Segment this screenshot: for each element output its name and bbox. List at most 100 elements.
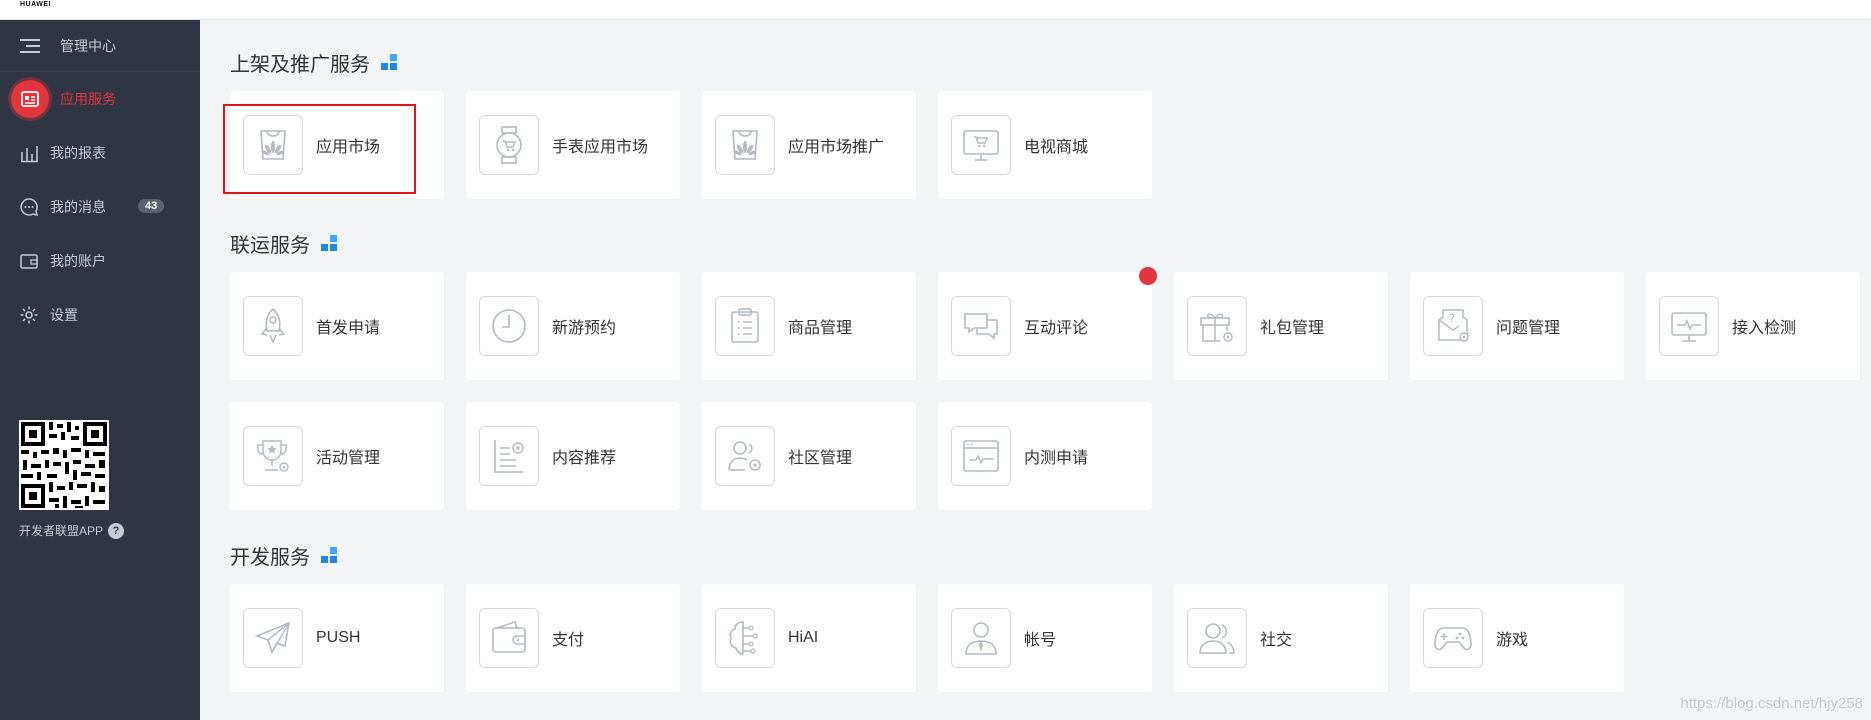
clipboard-list-icon xyxy=(715,296,775,356)
svg-text:?: ? xyxy=(1449,312,1455,325)
main-content: 上架及推广服务 应用市场 手表应用市场 应用市场推广 电视商城 联运服务 首发申… xyxy=(200,20,1871,720)
section-title-text: 开发服务 xyxy=(230,547,310,569)
card-app-market[interactable]: 应用市场 xyxy=(230,91,444,199)
card-beta-test-application[interactable]: 内测申请 xyxy=(938,402,1152,510)
card-label: 应用市场 xyxy=(316,139,381,156)
clock-icon xyxy=(479,296,539,356)
shopping-bag-icon xyxy=(243,115,303,175)
section-title-joint-operation: 联运服务 xyxy=(230,229,338,258)
gift-gear-icon xyxy=(1187,296,1247,356)
section-blocks-icon xyxy=(321,547,338,564)
browser-pulse-icon xyxy=(951,426,1011,486)
card-label: HiAI xyxy=(788,629,819,646)
bar-chart-icon xyxy=(18,142,40,164)
gamepad-icon xyxy=(1423,608,1483,668)
sidebar-item-reports[interactable]: 我的报表 xyxy=(0,126,200,180)
card-tv-mall[interactable]: 电视商城 xyxy=(938,91,1152,199)
card-label: 商品管理 xyxy=(788,320,853,337)
message-count-badge: 43 xyxy=(138,199,165,213)
card-issue-management[interactable]: ? 问题管理 xyxy=(1410,272,1624,380)
section-title-text: 上架及推广服务 xyxy=(230,54,370,76)
card-account[interactable]: 帐号 xyxy=(938,584,1152,692)
brand-logo: HUAWEI xyxy=(20,1,51,8)
top-bar: HUAWEI xyxy=(0,0,1871,20)
card-interactive-comments[interactable]: 互动评论 xyxy=(938,272,1152,380)
card-gift-package-management[interactable]: 礼包管理 xyxy=(1174,272,1388,380)
sidebar-item-label: 我的消息 xyxy=(50,199,106,215)
watch-cart-icon xyxy=(479,115,539,175)
card-payment[interactable]: 支付 xyxy=(466,584,680,692)
sidebar-item-label: 设置 xyxy=(50,307,78,323)
card-games[interactable]: 游戏 xyxy=(1410,584,1624,692)
card-label: 支付 xyxy=(552,632,585,649)
card-community-management[interactable]: 社区管理 xyxy=(702,402,916,510)
message-icon xyxy=(18,196,40,218)
qr-caption-text: 开发者联盟APP xyxy=(19,524,104,538)
users-icon xyxy=(1187,608,1247,668)
card-access-detection[interactable]: 接入检测 xyxy=(1646,272,1860,380)
card-new-game-reservation[interactable]: 新游预约 xyxy=(466,272,680,380)
sidebar-item-label: 应用服务 xyxy=(60,91,116,107)
section-title-listing: 上架及推广服务 xyxy=(230,48,398,77)
card-label: 首发申请 xyxy=(316,320,381,337)
card-content-recommendation[interactable]: 内容推荐 xyxy=(466,402,680,510)
sidebar-item-settings[interactable]: 设置 xyxy=(0,288,200,342)
watermark: https://blog.csdn.net/hjy258 xyxy=(1680,695,1863,712)
qr-code xyxy=(19,420,109,510)
section-title-development: 开发服务 xyxy=(230,541,338,570)
card-label: 应用市场推广 xyxy=(788,139,885,156)
shopping-bag-icon xyxy=(715,115,775,175)
card-label: 手表应用市场 xyxy=(552,139,649,156)
paper-plane-icon xyxy=(243,608,303,668)
card-hiai[interactable]: HiAI xyxy=(702,584,916,692)
card-watch-app-market[interactable]: 手表应用市场 xyxy=(466,91,680,199)
card-label: 电视商城 xyxy=(1024,139,1089,156)
card-first-release[interactable]: 首发申请 xyxy=(230,272,444,380)
card-label: 社交 xyxy=(1260,632,1293,649)
trophy-gear-icon xyxy=(243,426,303,486)
chat-bubbles-icon xyxy=(951,296,1011,356)
wallet-icon xyxy=(18,250,40,272)
section-title-text: 联运服务 xyxy=(230,235,310,257)
gear-icon xyxy=(18,304,40,326)
card-label: PUSH xyxy=(316,629,361,646)
notification-dot xyxy=(1139,267,1157,285)
menu-collapse-icon[interactable] xyxy=(20,38,40,54)
user-group-gear-icon xyxy=(715,426,775,486)
ai-brain-icon xyxy=(715,608,775,668)
card-label: 活动管理 xyxy=(316,450,381,467)
card-label: 礼包管理 xyxy=(1260,320,1325,337)
card-social[interactable]: 社交 xyxy=(1174,584,1388,692)
app-service-icon xyxy=(11,80,49,118)
document-gear-icon xyxy=(479,426,539,486)
sidebar-header[interactable]: 管理中心 xyxy=(0,20,200,72)
help-icon[interactable]: ? xyxy=(108,522,125,539)
monitor-pulse-icon xyxy=(1659,296,1719,356)
section-blocks-icon xyxy=(321,235,338,252)
user-tie-icon xyxy=(951,608,1011,668)
wallet-icon xyxy=(479,608,539,668)
card-label: 接入检测 xyxy=(1732,320,1797,337)
sidebar: 管理中心 应用服务 我的报表 我的消息 43 我的账户 设置 开发者联盟APP … xyxy=(0,20,200,720)
section-blocks-icon xyxy=(381,54,398,71)
card-label: 新游预约 xyxy=(552,320,617,337)
card-label: 游戏 xyxy=(1496,632,1529,649)
sidebar-header-label: 管理中心 xyxy=(60,37,116,54)
card-label: 内测申请 xyxy=(1024,450,1089,467)
card-product-management[interactable]: 商品管理 xyxy=(702,272,916,380)
sidebar-item-messages[interactable]: 我的消息 43 xyxy=(0,180,200,234)
card-app-market-promotion[interactable]: 应用市场推广 xyxy=(702,91,916,199)
sidebar-item-app-service[interactable]: 应用服务 xyxy=(0,72,200,126)
card-push[interactable]: PUSH xyxy=(230,584,444,692)
card-activity-management[interactable]: 活动管理 xyxy=(230,402,444,510)
card-label: 社区管理 xyxy=(788,450,853,467)
question-gear-icon: ? xyxy=(1423,296,1483,356)
card-label: 互动评论 xyxy=(1024,320,1089,337)
qr-caption: 开发者联盟APP ? xyxy=(19,522,125,539)
tv-cart-icon xyxy=(951,115,1011,175)
rocket-icon xyxy=(243,296,303,356)
sidebar-item-account[interactable]: 我的账户 xyxy=(0,234,200,288)
sidebar-item-label: 我的报表 xyxy=(50,145,106,161)
card-label: 问题管理 xyxy=(1496,320,1561,337)
card-label: 帐号 xyxy=(1024,632,1057,649)
